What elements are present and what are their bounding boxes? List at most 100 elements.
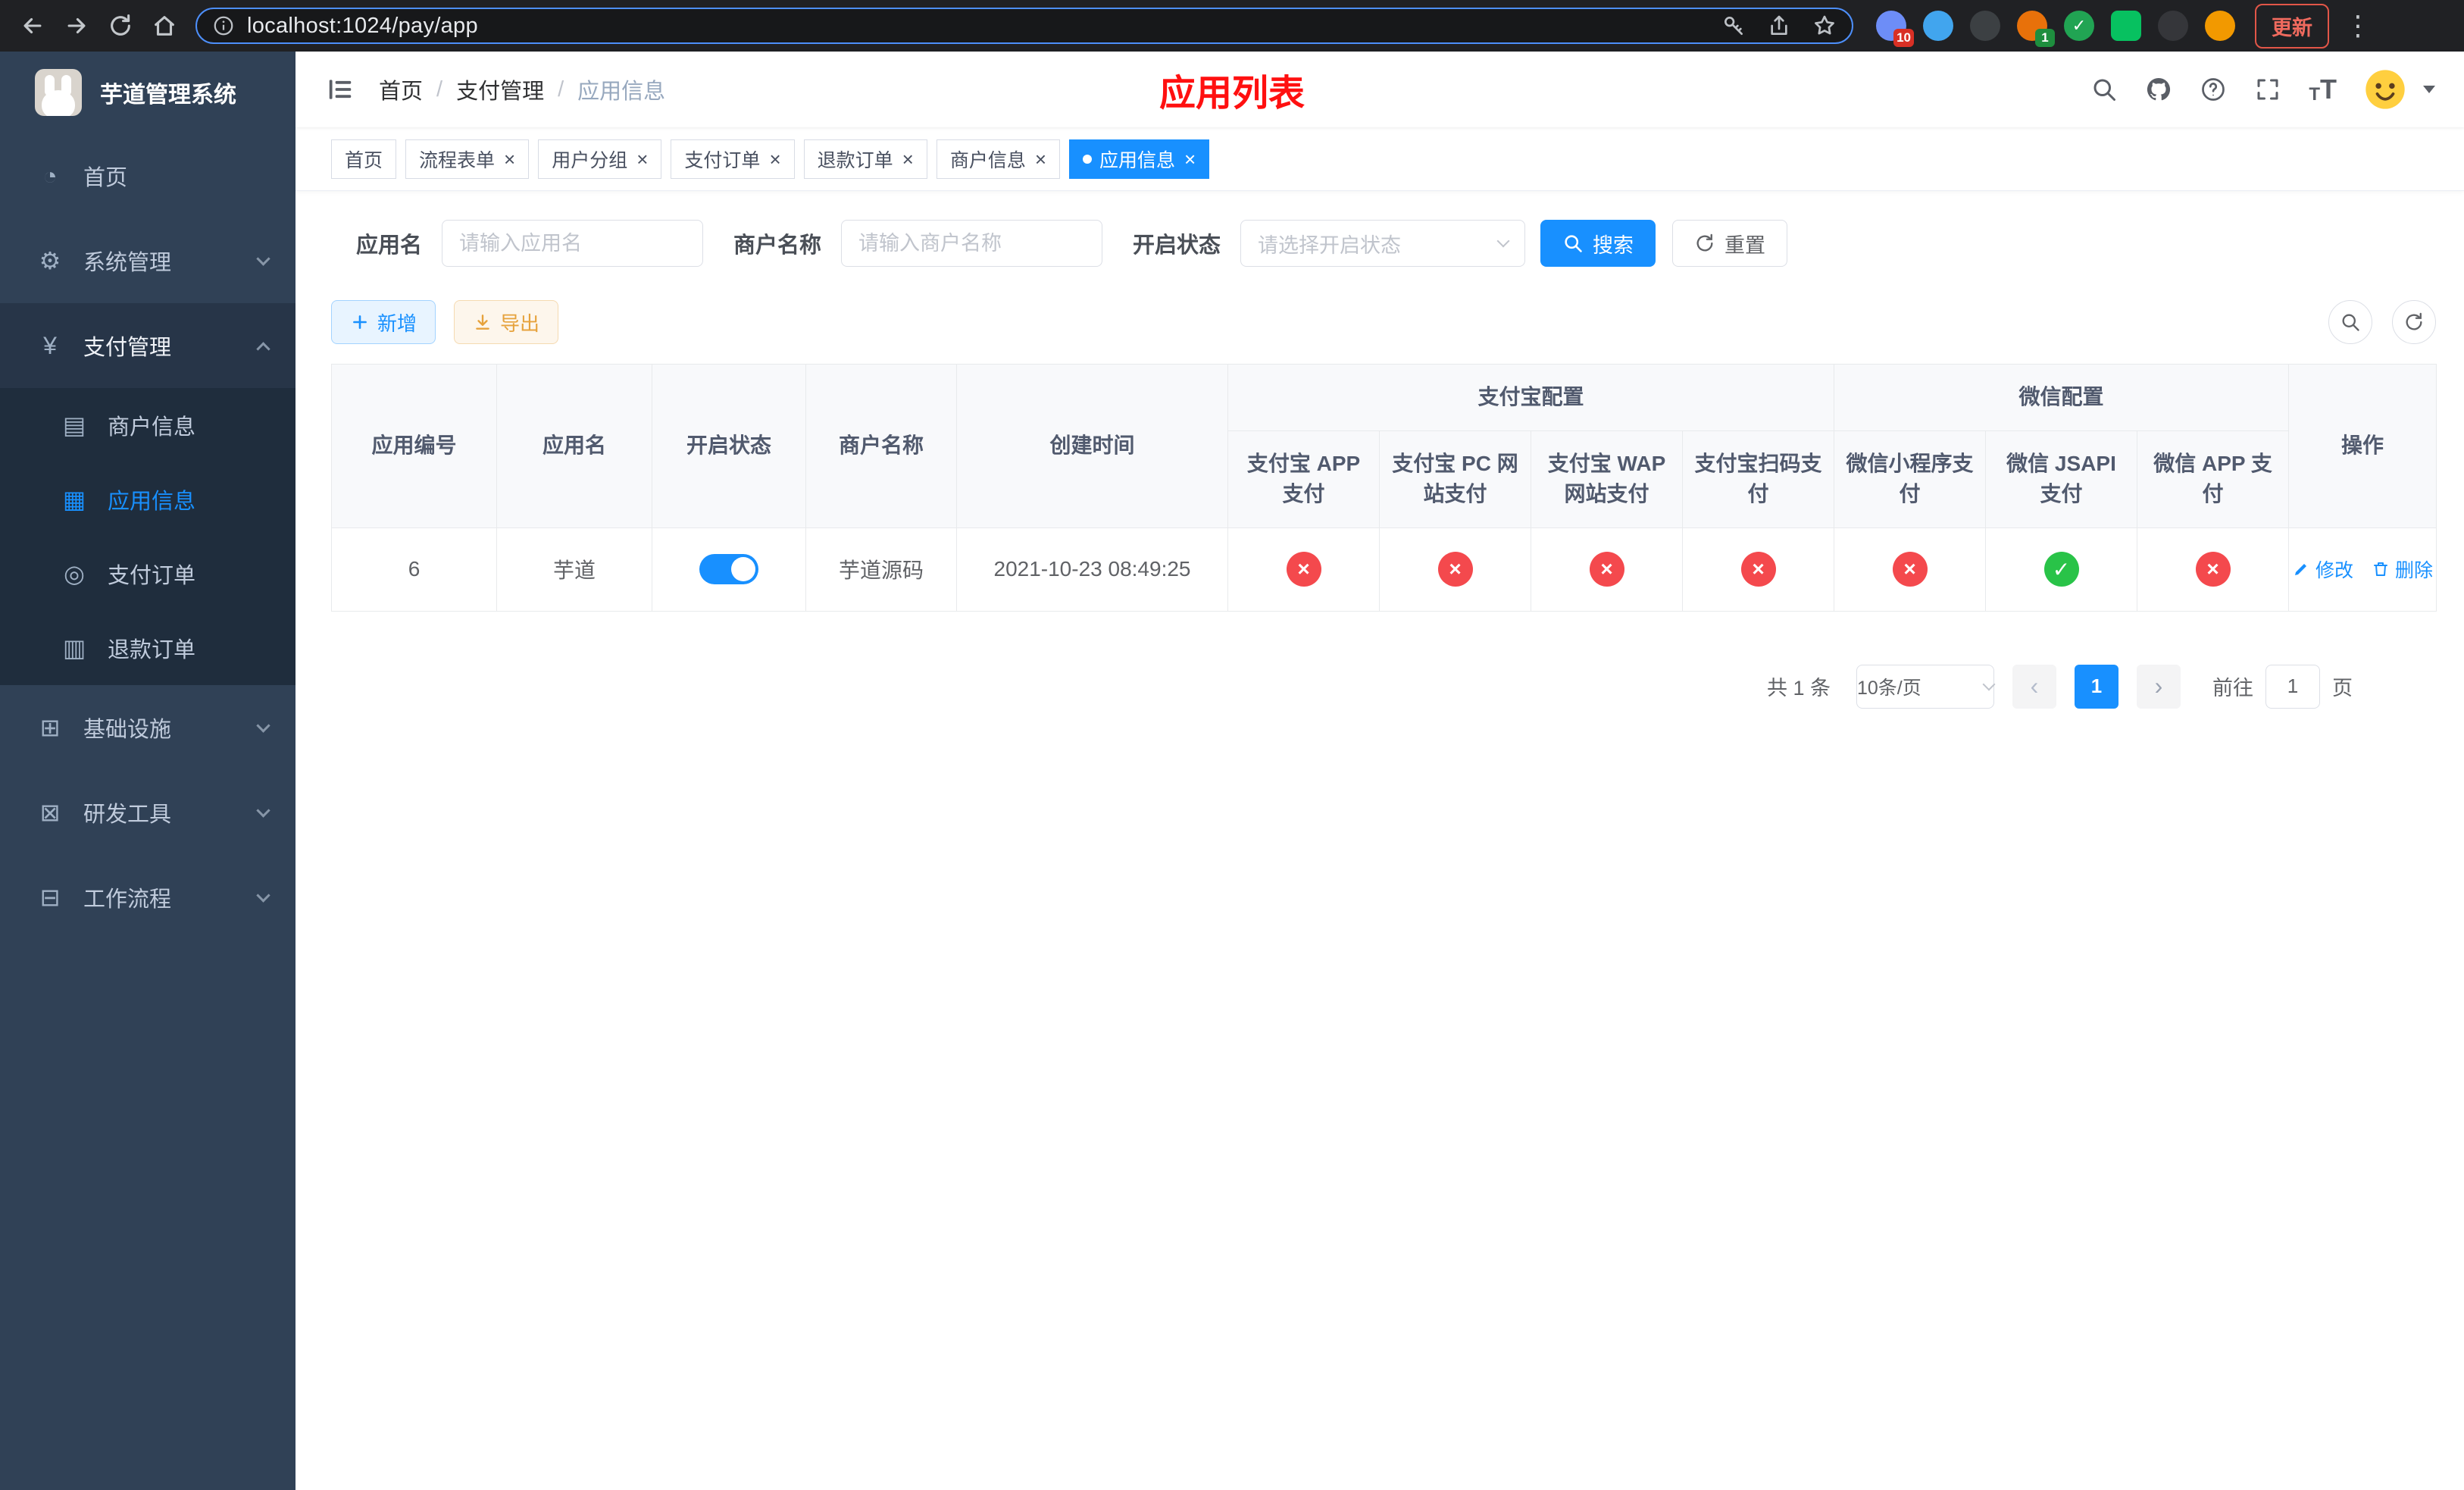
column-subheader: 支付宝扫码支付 — [1681, 430, 1835, 528]
app-logo-row[interactable]: 芋道管理系统 — [0, 52, 295, 133]
fullscreen-icon[interactable] — [2254, 76, 2281, 103]
tab-close-icon[interactable]: × — [636, 149, 648, 169]
add-button[interactable]: 新增 — [331, 300, 436, 344]
cell-app-id: 6 — [408, 557, 421, 581]
tab-0[interactable]: 首页 — [331, 139, 397, 179]
page-info-icon[interactable] — [212, 14, 235, 37]
address-bar[interactable]: localhost:1024/pay/app — [195, 8, 1853, 44]
sidebar-item-infrastructure[interactable]: ⊞ 基础设施 — [0, 685, 295, 770]
cell-created-at: 2021-10-23 08:49:25 — [993, 557, 1191, 581]
workflow-icon: ⊟ — [39, 884, 61, 911]
top-navbar: 首页 / 支付管理 / 应用信息 应用列表 TT — [295, 52, 2464, 127]
search-button[interactable]: 搜索 — [1540, 220, 1656, 267]
reset-button[interactable]: 重置 — [1672, 220, 1788, 267]
toggle-search-button[interactable] — [2328, 300, 2372, 344]
total-count: 共 1 条 — [1766, 677, 1831, 700]
dark-sphere-extension-icon[interactable] — [1970, 11, 2000, 41]
chevron-down-icon — [1496, 234, 1510, 248]
font-size-icon[interactable]: TT — [2309, 74, 2337, 105]
share-icon[interactable] — [1767, 14, 1791, 38]
column-header-merchant: 商户名称 — [805, 364, 957, 528]
caret-down-icon[interactable] — [2423, 86, 2435, 93]
orange-face-extension-icon[interactable] — [2205, 11, 2235, 41]
tab-close-icon[interactable]: × — [1184, 149, 1196, 169]
edit-button[interactable]: 修改 — [2292, 556, 2353, 583]
column-header-app-name: 应用名 — [496, 364, 652, 528]
refresh-table-button[interactable] — [2392, 300, 2436, 344]
dashboard-icon: ◔ — [42, 161, 58, 189]
help-icon[interactable] — [2200, 76, 2227, 103]
extension-badge: 10 — [1893, 29, 1914, 47]
colorful-extension-icon[interactable]: 1 — [2017, 11, 2055, 47]
tab-2[interactable]: 用户分组 × — [538, 139, 662, 179]
prev-page-button[interactable]: ‹ — [2012, 664, 2056, 709]
page-number-button[interactable]: 1 — [2075, 664, 2118, 709]
dark-puzzle-extension-icon[interactable] — [2158, 11, 2188, 41]
merchant-name-input[interactable] — [841, 220, 1103, 267]
app-logo — [35, 69, 82, 116]
sidebar-item-dev-tools[interactable]: ⊠ 研发工具 — [0, 770, 295, 855]
tab-close-icon[interactable]: × — [504, 149, 515, 169]
tab-4[interactable]: 退款订单 × — [803, 139, 927, 179]
column-subheader: 支付宝 APP 支付 — [1227, 430, 1380, 528]
green-square-extension-icon[interactable] — [2111, 11, 2141, 41]
breadcrumb-separator: / — [558, 77, 564, 102]
tab-3[interactable]: 支付订单 × — [671, 139, 795, 179]
sidebar-item-payment-management[interactable]: ¥ 支付管理 — [0, 303, 295, 388]
github-icon[interactable] — [2145, 76, 2172, 103]
page-size-select[interactable]: 10条/页 — [1856, 664, 1996, 709]
app-name-input[interactable] — [442, 220, 704, 267]
bookmark-star-icon[interactable] — [1812, 14, 1837, 38]
export-button[interactable]: 导出 — [454, 300, 559, 344]
breadcrumb-current: 应用信息 — [577, 80, 666, 104]
config-disabled-cross-icon: × — [1740, 552, 1776, 587]
sidebar-subitem-payment-orders[interactable]: ◎ 支付订单 — [0, 537, 295, 611]
extensions-area: 10 1 ✓ — [1876, 11, 2235, 47]
status-select[interactable]: 请选择开启状态 — [1240, 220, 1526, 267]
column-subheader: 支付宝 PC 网站支付 — [1379, 430, 1531, 528]
header-search-icon[interactable] — [2090, 76, 2118, 103]
status-toggle[interactable] — [699, 554, 758, 585]
grid-icon: ▦ — [62, 486, 86, 513]
chevron-down-icon — [256, 803, 270, 818]
next-page-button[interactable]: › — [2137, 664, 2181, 709]
tab-6-active[interactable]: 应用信息 × — [1069, 139, 1210, 179]
user-avatar[interactable] — [2364, 68, 2406, 111]
tab-1[interactable]: 流程表单 × — [405, 139, 530, 179]
sidebar-toggle-icon[interactable] — [326, 75, 355, 104]
column-header-app-id: 应用编号 — [331, 364, 497, 528]
breadcrumb-separator: / — [436, 77, 443, 102]
saved-password-key-icon[interactable] — [1721, 14, 1746, 38]
chevron-up-icon — [256, 341, 270, 356]
table-row: 6 芋道 芋道源码 2021-10-23 08:49:25 × × × × × ✓ × 修改 删除 — [331, 527, 2437, 612]
column-group-alipay: 支付宝配置 — [1227, 364, 1835, 431]
browser-menu-icon[interactable]: ⋮ — [2334, 10, 2382, 42]
sidebar-submenu: ▤ 商户信息 ▦ 应用信息 ◎ 支付订单 ▥ 退款订单 — [0, 388, 295, 685]
browser-reload-icon[interactable] — [98, 5, 142, 47]
browser-forward-icon[interactable] — [55, 5, 98, 47]
green-check-extension-icon[interactable]: ✓ — [2064, 11, 2094, 41]
chevron-down-icon — [256, 718, 270, 733]
sidebar-subitem-merchant-info[interactable]: ▤ 商户信息 — [0, 388, 295, 462]
sidebar-item-system-management[interactable]: ⚙ 系统管理 — [0, 218, 295, 303]
merchant-name-label: 商户名称 — [733, 233, 822, 258]
puzzle-extension-icon[interactable]: 10 — [1876, 11, 1914, 47]
sidebar-item-workflow[interactable]: ⊟ 工作流程 — [0, 855, 295, 940]
browser-back-icon[interactable] — [11, 5, 55, 47]
breadcrumb-home[interactable]: 首页 — [379, 74, 423, 105]
browser-update-button[interactable]: 更新 — [2255, 3, 2329, 49]
breadcrumb-pay[interactable]: 支付管理 — [456, 74, 544, 105]
sidebar-item-home[interactable]: ◔ 首页 — [0, 133, 295, 218]
browser-home-icon[interactable] — [142, 5, 186, 47]
tab-close-icon[interactable]: × — [1035, 149, 1046, 169]
tab-close-icon[interactable]: × — [902, 149, 914, 169]
delete-button[interactable]: 删除 — [2372, 556, 2433, 583]
filter-form: 应用名 商户名称 开启状态 请选择开启状态 搜索 重置 — [331, 220, 2436, 267]
droplet-extension-icon[interactable] — [1923, 11, 1953, 41]
goto-page-input[interactable] — [2265, 664, 2320, 709]
sidebar-subitem-app-info[interactable]: ▦ 应用信息 — [0, 462, 295, 537]
tab-close-icon[interactable]: × — [769, 149, 780, 169]
sidebar-subitem-refund-orders[interactable]: ▥ 退款订单 — [0, 611, 295, 685]
tab-5[interactable]: 商户信息 × — [936, 139, 1061, 179]
cell-merchant-name: 芋道源码 — [838, 559, 924, 583]
